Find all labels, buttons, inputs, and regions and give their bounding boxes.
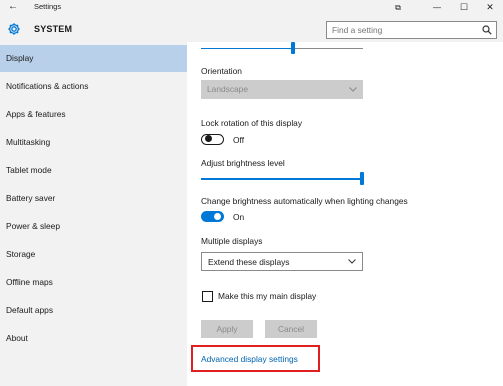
- auto-brightness-state: On: [233, 212, 245, 222]
- close-button[interactable]: ✕: [483, 0, 497, 16]
- sidebar-item-about[interactable]: About: [0, 325, 187, 352]
- sidebar-item-display[interactable]: Display: [0, 45, 187, 72]
- advanced-display-settings-link[interactable]: Advanced display settings: [201, 354, 298, 364]
- lock-rotation-state: Off: [233, 135, 245, 145]
- gear-icon: [8, 23, 20, 35]
- sidebar-item-multitasking[interactable]: Multitasking: [0, 129, 187, 156]
- main-display-label: Make this my main display: [218, 291, 317, 301]
- lock-rotation-label: Lock rotation of this display: [201, 118, 303, 128]
- sidebar-item-storage[interactable]: Storage: [0, 241, 187, 268]
- main-display-checkbox[interactable]: [202, 291, 213, 302]
- cancel-button[interactable]: Cancel: [265, 320, 317, 338]
- orientation-value: Landscape: [207, 84, 248, 94]
- toggle-knob: [214, 213, 221, 220]
- orientation-dropdown: Landscape: [201, 80, 363, 99]
- sidebar-item-tablet-mode[interactable]: Tablet mode: [0, 157, 187, 184]
- sidebar-item-offline-maps[interactable]: Offline maps: [0, 269, 187, 296]
- chevron-down-icon: [348, 259, 356, 264]
- search-input[interactable]: [327, 22, 482, 37]
- snap-icon[interactable]: ⧉: [392, 0, 404, 16]
- sidebar-item-notifications[interactable]: Notifications & actions: [0, 73, 187, 100]
- back-arrow-icon[interactable]: ←: [8, 1, 18, 12]
- auto-brightness-label: Change brightness automatically when lig…: [201, 196, 408, 206]
- scale-slider-thumb[interactable]: [291, 42, 295, 54]
- orientation-label: Orientation: [201, 66, 242, 76]
- chevron-down-icon: [349, 87, 357, 92]
- toggle-knob: [205, 135, 212, 143]
- auto-brightness-toggle[interactable]: [201, 211, 224, 222]
- sidebar-item-apps-features[interactable]: Apps & features: [0, 101, 187, 128]
- sidebar-item-battery-saver[interactable]: Battery saver: [0, 185, 187, 212]
- brightness-slider-track[interactable]: [201, 178, 363, 180]
- apply-button[interactable]: Apply: [201, 320, 253, 338]
- maximize-button[interactable]: ☐: [457, 0, 471, 16]
- window-title: Settings: [34, 2, 62, 11]
- minimize-button[interactable]: —: [430, 0, 444, 16]
- brightness-slider-thumb[interactable]: [360, 172, 364, 185]
- title-bar: [0, 0, 503, 16]
- page-title: SYSTEM: [34, 24, 73, 34]
- multiple-displays-value: Extend these displays: [208, 257, 290, 267]
- scale-slider-fill: [201, 48, 293, 49]
- sidebar-item-default-apps[interactable]: Default apps: [0, 297, 187, 324]
- search-box[interactable]: [326, 21, 497, 39]
- brightness-label: Adjust brightness level: [201, 158, 285, 168]
- sidebar-item-power-sleep[interactable]: Power & sleep: [0, 213, 187, 240]
- multiple-displays-label: Multiple displays: [201, 236, 263, 246]
- lock-rotation-toggle[interactable]: [201, 134, 224, 145]
- search-icon[interactable]: [482, 25, 492, 35]
- multiple-displays-dropdown[interactable]: Extend these displays: [201, 252, 363, 271]
